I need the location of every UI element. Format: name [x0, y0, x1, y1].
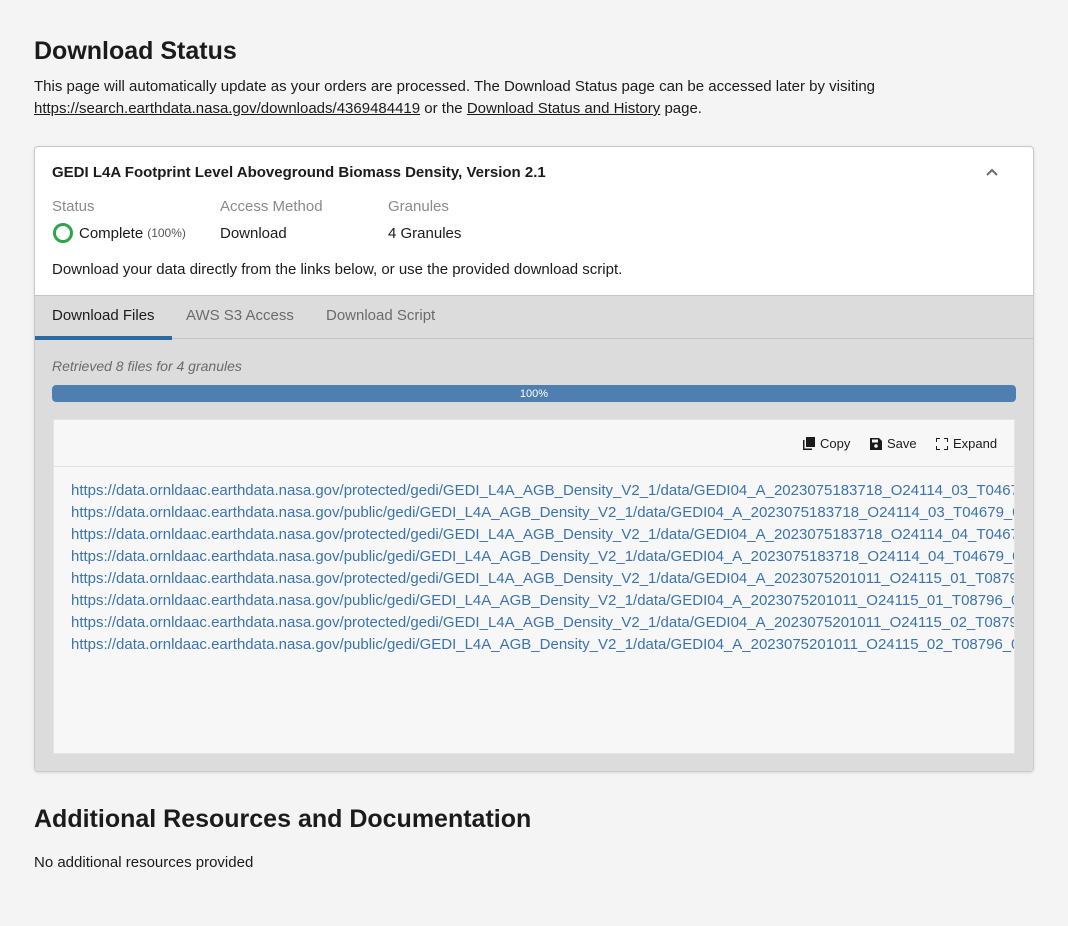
intro-text: This page will automatically update as y… — [34, 76, 934, 120]
intro-end: page. — [664, 100, 702, 117]
intro-sentence: This page will automatically update as y… — [34, 78, 876, 95]
expand-button[interactable]: Expand — [936, 436, 997, 451]
access-method-label: Access Method — [220, 198, 323, 215]
download-links-list: https://data.ornldaac.earthdata.nasa.gov… — [71, 480, 1014, 656]
progress-bar: 100% — [52, 385, 1016, 402]
complete-ring-icon — [53, 223, 73, 243]
download-link[interactable]: https://data.ornldaac.earthdata.nasa.gov… — [71, 590, 1014, 612]
progress-label: 100% — [519, 387, 549, 400]
access-method-value: Download — [220, 225, 287, 242]
save-button[interactable]: Save — [870, 436, 917, 451]
expand-icon — [936, 437, 948, 450]
status-column: Status Complete (100%) — [52, 198, 186, 243]
resources-title: Additional Resources and Documentation — [34, 805, 532, 833]
download-link[interactable]: https://data.ornldaac.earthdata.nasa.gov… — [71, 612, 1014, 634]
download-link[interactable]: https://data.ornldaac.earthdata.nasa.gov… — [71, 634, 1014, 656]
download-link[interactable]: https://data.ornldaac.earthdata.nasa.gov… — [71, 502, 1014, 524]
granules-value: 4 Granules — [388, 225, 462, 242]
chevron-up-icon[interactable] — [983, 163, 1001, 181]
status-percent: (100%) — [147, 226, 186, 240]
links-panel: Copy Save Expand https://data.ornldaac.e… — [53, 419, 1015, 754]
tabs-area: Download Files AWS S3 Access Download Sc… — [35, 295, 1033, 771]
download-link[interactable]: https://data.ornldaac.earthdata.nasa.gov… — [71, 480, 1014, 502]
intro-or: or the — [424, 100, 463, 117]
page-title: Download Status — [34, 37, 237, 65]
save-icon — [870, 437, 882, 450]
order-card: GEDI L4A Footprint Level Aboveground Bio… — [34, 146, 1034, 772]
copy-button[interactable]: Copy — [803, 436, 850, 451]
status-url-link[interactable]: https://search.earthdata.nasa.gov/downlo… — [34, 100, 420, 117]
download-link[interactable]: https://data.ornldaac.earthdata.nasa.gov… — [71, 524, 1014, 546]
copy-label: Copy — [820, 436, 851, 451]
tab-download-files[interactable]: Download Files — [35, 296, 172, 340]
card-description: Download your data directly from the lin… — [52, 261, 623, 278]
status-value: Complete (100%) — [52, 223, 186, 243]
tab-bar: Download Files AWS S3 Access Download Sc… — [35, 296, 1033, 340]
retrieved-text: Retrieved 8 files for 4 granules — [52, 358, 242, 374]
status-text: Complete — [79, 224, 144, 242]
status-label: Status — [52, 198, 95, 215]
granules-column: Granules 4 Granules — [388, 198, 461, 242]
tab-download-script[interactable]: Download Script — [309, 296, 452, 339]
save-label: Save — [887, 436, 917, 451]
resources-text: No additional resources provided — [34, 854, 254, 871]
download-link[interactable]: https://data.ornldaac.earthdata.nasa.gov… — [71, 546, 1014, 568]
progress-fill: 100% — [52, 385, 1016, 402]
tab-aws-s3-access[interactable]: AWS S3 Access — [169, 296, 311, 339]
download-link[interactable]: https://data.ornldaac.earthdata.nasa.gov… — [71, 568, 1014, 590]
expand-label: Expand — [953, 436, 998, 451]
copy-icon — [803, 437, 815, 450]
access-method-column: Access Method Download — [220, 198, 323, 242]
granules-label: Granules — [388, 198, 449, 215]
links-toolbar: Copy Save Expand — [54, 420, 1014, 467]
collection-title: GEDI L4A Footprint Level Aboveground Bio… — [52, 164, 546, 181]
history-link[interactable]: Download Status and History — [467, 100, 660, 117]
